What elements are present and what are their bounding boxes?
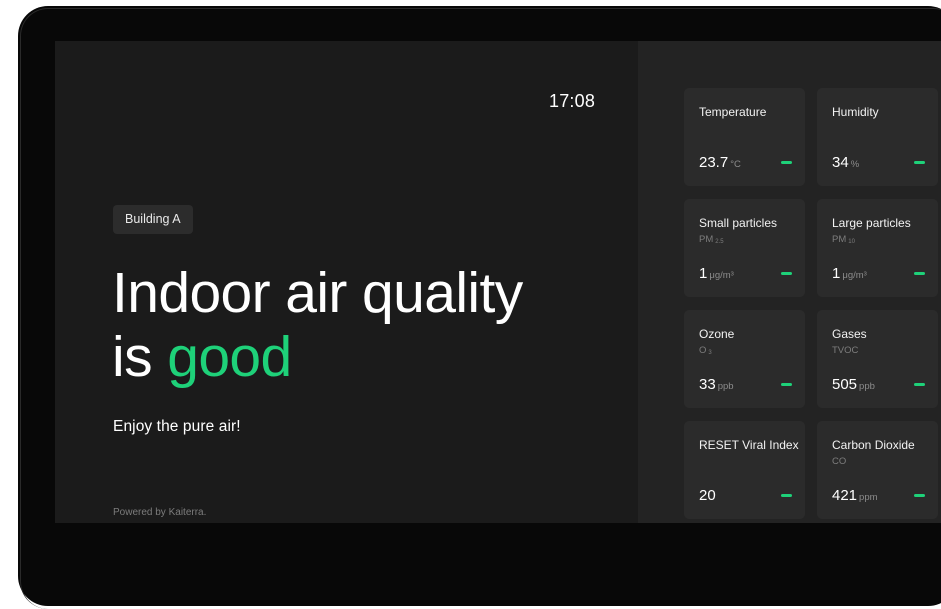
metric-title: Humidity xyxy=(832,105,879,119)
green-dash-icon xyxy=(781,383,792,386)
metric-subtitle: CO xyxy=(832,456,846,467)
metric-card-gases: Gases TVOC 505 ppb xyxy=(817,310,938,408)
metric-unit: % xyxy=(850,159,860,170)
metric-number: 33 xyxy=(699,376,716,393)
metric-card-large-particles: Large particles PM 10 1 μg/m³ xyxy=(817,199,938,297)
air-quality-status: good xyxy=(167,325,292,389)
metric-title: Gases xyxy=(832,327,867,341)
metrics-panel: Temperature 23.7 °C Humidity 34% Small pa… xyxy=(638,41,941,523)
metric-value: 421 ppm xyxy=(832,487,878,504)
metric-card-temperature: Temperature 23.7 °C xyxy=(684,88,805,186)
metric-subtitle: PM 2.5 xyxy=(699,234,724,245)
dashboard-screen: 17:08 Building A Indoor air quality is g… xyxy=(55,41,941,523)
metric-title: RESET Viral Index xyxy=(699,438,799,452)
metric-value: 33 ppb xyxy=(699,376,734,393)
metric-value: 1 μg/m³ xyxy=(832,265,867,282)
metric-number: 1 xyxy=(699,265,708,282)
metric-unit: ppm xyxy=(859,492,878,503)
metric-card-humidity: Humidity 34% xyxy=(817,88,938,186)
metric-number: 421 xyxy=(832,487,858,504)
metric-title: Small particles xyxy=(699,216,778,230)
green-dash-icon xyxy=(781,161,792,164)
metric-unit: ppb xyxy=(717,381,734,392)
clock: 17:08 xyxy=(549,91,596,111)
metric-title: Temperature xyxy=(699,105,767,119)
metric-unit: μg/m³ xyxy=(709,270,734,281)
metric-subtitle-text: CO xyxy=(832,456,847,467)
metric-number: 1 xyxy=(832,265,841,282)
green-dash-icon xyxy=(914,383,925,386)
metric-subtitle-text: TVOC xyxy=(832,345,859,356)
metric-number: 34 xyxy=(832,154,849,171)
metric-subtitle-text: PM xyxy=(699,234,714,245)
metric-value: 1 μg/m³ xyxy=(699,265,734,282)
metric-card-carbon-dioxide: Carbon Dioxide CO 421 ppm xyxy=(817,421,938,519)
metric-title: Ozone xyxy=(699,327,735,341)
building-label: Building A xyxy=(113,205,193,234)
air-quality-headline: Indoor air quality is good xyxy=(112,261,523,389)
metric-card-small-particles: Small particles PM 2.5 1 μg/m³ xyxy=(684,199,805,297)
powered-by: Powered by Kaiterra. xyxy=(113,507,207,518)
metric-subtitle: TVOC xyxy=(832,345,858,356)
headline-line-1: Indoor air quality xyxy=(112,261,523,325)
metric-number: 23.7 xyxy=(699,154,729,171)
green-dash-icon xyxy=(914,494,925,497)
metric-subtitle: PM 10 xyxy=(832,234,855,245)
metric-card-reset-viral-index: RESET Viral Index 20 xyxy=(684,421,805,519)
metric-subtitle-subscript: 2.5 xyxy=(715,239,724,245)
metric-value: 505 ppb xyxy=(832,376,875,393)
metric-subtitle: O3 xyxy=(699,345,712,356)
air-quality-summary-panel: 17:08 Building A Indoor air quality is g… xyxy=(55,41,638,523)
metric-value: 20 xyxy=(699,487,716,504)
headline-is: is xyxy=(112,325,153,389)
metric-subtitle-text: PM xyxy=(832,234,847,245)
tagline: Enjoy the pure air! xyxy=(113,418,241,435)
metric-card-ozone: Ozone O3 33 ppb xyxy=(684,310,805,408)
metric-title: Carbon Dioxide xyxy=(832,438,915,452)
headline-line-2: is good xyxy=(112,325,523,389)
metric-subtitle-subscript: 3 xyxy=(708,350,712,356)
metric-number: 505 xyxy=(832,376,858,393)
green-dash-icon xyxy=(914,272,925,275)
metric-value: 23.7 °C xyxy=(699,154,741,171)
green-dash-icon xyxy=(914,161,925,164)
metric-value: 34% xyxy=(832,154,859,171)
green-dash-icon xyxy=(781,272,792,275)
metric-unit: ppb xyxy=(859,381,875,392)
metric-unit: μg/m³ xyxy=(842,270,867,281)
metric-title: Large particles xyxy=(832,216,911,230)
metric-number: 20 xyxy=(699,487,716,504)
metric-subtitle-text: O xyxy=(699,345,707,356)
green-dash-icon xyxy=(781,494,792,497)
metric-subtitle-subscript: 10 xyxy=(848,239,855,245)
metric-unit: °C xyxy=(730,159,741,170)
